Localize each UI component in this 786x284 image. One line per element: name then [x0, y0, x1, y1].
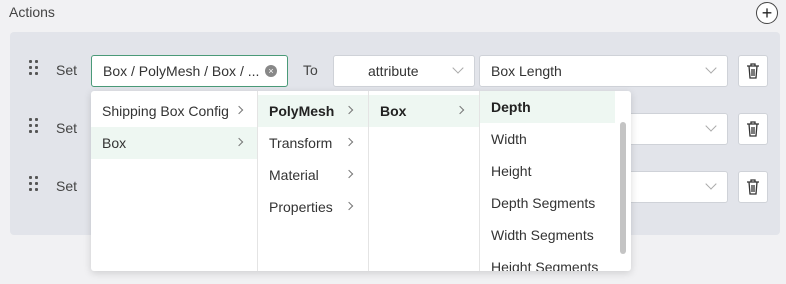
option-label: Material — [269, 167, 319, 183]
dropdown-scrollbar[interactable] — [620, 122, 626, 254]
chevron-right-icon — [344, 201, 354, 211]
cascader-column: PolyMesh Transform Material Properties — [258, 91, 369, 271]
option-label: Properties — [269, 199, 333, 215]
chevron-down-icon — [705, 62, 717, 74]
path-value: Box / PolyMesh / Box / ... — [103, 63, 260, 79]
trash-icon — [747, 63, 759, 79]
chevron-right-icon — [234, 137, 244, 147]
drag-handle-icon[interactable] — [29, 118, 41, 138]
chevron-down-icon — [705, 120, 717, 132]
cascader-option[interactable]: Material — [258, 159, 368, 191]
cascader-option[interactable]: Height Segments — [480, 251, 615, 271]
option-label: Shipping Box Config — [102, 103, 229, 119]
to-label: To — [303, 62, 318, 78]
trash-icon — [747, 121, 759, 137]
option-label: Box — [380, 103, 407, 119]
cascader-column: Depth Width Height Depth Segments Width … — [480, 91, 631, 271]
cascader-option[interactable]: PolyMesh — [258, 95, 368, 127]
cascader-option[interactable]: Box — [91, 127, 257, 159]
action-row: Set Box / PolyMesh / Box / ... × To attr… — [10, 55, 780, 87]
path-input[interactable]: Box / PolyMesh / Box / ... × — [91, 55, 288, 87]
cascader-column: Box — [369, 91, 480, 271]
chevron-right-icon — [234, 105, 244, 115]
chevron-right-icon — [455, 105, 465, 115]
chevron-right-icon — [344, 137, 354, 147]
attribute-value: Box Length — [491, 63, 562, 79]
chevron-right-icon — [344, 105, 354, 115]
delete-button[interactable] — [738, 171, 768, 203]
cascader-option[interactable]: Height — [480, 155, 615, 187]
attribute-select[interactable]: Box Length — [479, 55, 728, 87]
option-label: Box — [102, 135, 127, 151]
trash-icon — [747, 179, 759, 195]
add-action-button[interactable]: + — [756, 2, 778, 24]
cascader-option[interactable]: Box — [369, 95, 479, 127]
delete-button[interactable] — [738, 113, 768, 145]
chevron-down-icon — [452, 62, 464, 74]
cascader-option[interactable]: Width — [480, 123, 615, 155]
chevron-down-icon — [705, 178, 717, 190]
cascader-option[interactable]: Properties — [258, 191, 368, 223]
cascader-option[interactable]: Transform — [258, 127, 368, 159]
option-label: Transform — [269, 135, 333, 151]
option-label: PolyMesh — [269, 103, 335, 119]
set-label: Set — [56, 120, 78, 136]
drag-handle-icon[interactable] — [29, 60, 41, 80]
set-label: Set — [56, 178, 78, 194]
delete-button[interactable] — [738, 55, 768, 87]
section-title: Actions — [9, 4, 55, 20]
cascader-option[interactable]: Width Segments — [480, 219, 615, 251]
clear-icon[interactable]: × — [265, 65, 277, 77]
cascader-option[interactable]: Depth Segments — [480, 187, 615, 219]
cascader-dropdown: Shipping Box Config Box PolyMesh Transfo… — [91, 91, 631, 271]
cascader-option[interactable]: Depth — [480, 91, 615, 123]
value-type-select[interactable]: attribute — [333, 55, 475, 87]
drag-handle-icon[interactable] — [29, 176, 41, 196]
set-label: Set — [56, 62, 78, 78]
cascader-column: Shipping Box Config Box — [91, 91, 258, 271]
chevron-right-icon — [344, 169, 354, 179]
cascader-option[interactable]: Shipping Box Config — [91, 95, 257, 127]
value-type-value: attribute — [368, 63, 419, 79]
